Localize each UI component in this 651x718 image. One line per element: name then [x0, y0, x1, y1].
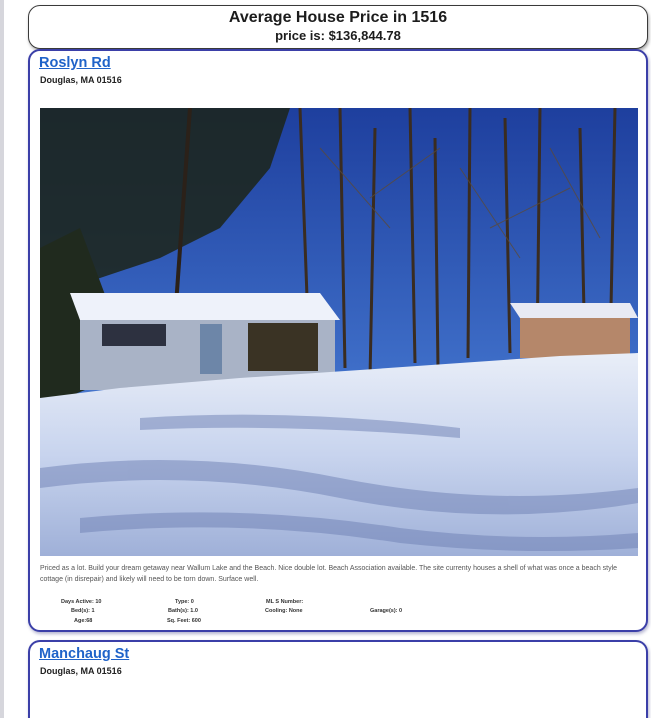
fact-beds: Bed(s): 1 — [71, 608, 95, 614]
listing-city: Douglas, MA 01516 — [40, 75, 122, 85]
listing-street-link[interactable]: Manchaug St — [39, 646, 129, 662]
listing-street-link[interactable]: Roslyn Rd — [39, 55, 111, 71]
average-price: price is: $136,844.78 — [275, 28, 401, 43]
house-photo-image — [40, 108, 638, 556]
fact-garage: Garage(s): 0 — [370, 608, 403, 614]
fact-mls-number: ML S Number: — [266, 599, 304, 605]
fact-days-active: Days Active: 10 — [61, 599, 102, 605]
fact-cooling: Cooling: None — [265, 608, 303, 614]
listing-facts: Days Active: 10 Type: 0 ML S Number: Bed… — [40, 598, 640, 628]
fact-type: Type: 0 — [175, 599, 194, 605]
listing-description: Priced as a lot. Build your dream getawa… — [40, 565, 618, 583]
page-title: Average House Price in 1516 — [228, 9, 448, 26]
house-photo[interactable] — [40, 108, 638, 556]
listing-card: Roslyn Rd Douglas, MA 01516 Priced as a … — [28, 49, 648, 632]
listing-card: Manchaug St Douglas, MA 01516 — [28, 640, 648, 718]
page: Average House Price in 1516 price is: $1… — [0, 0, 651, 718]
fact-age: Age:68 — [74, 618, 93, 624]
summary-header: Average House Price in 1516 price is: $1… — [28, 5, 648, 49]
fact-sqft: Sq. Feet: 600 — [167, 618, 201, 624]
listing-city: Douglas, MA 01516 — [40, 666, 122, 676]
fact-baths: Bath(s): 1.0 — [168, 608, 198, 614]
